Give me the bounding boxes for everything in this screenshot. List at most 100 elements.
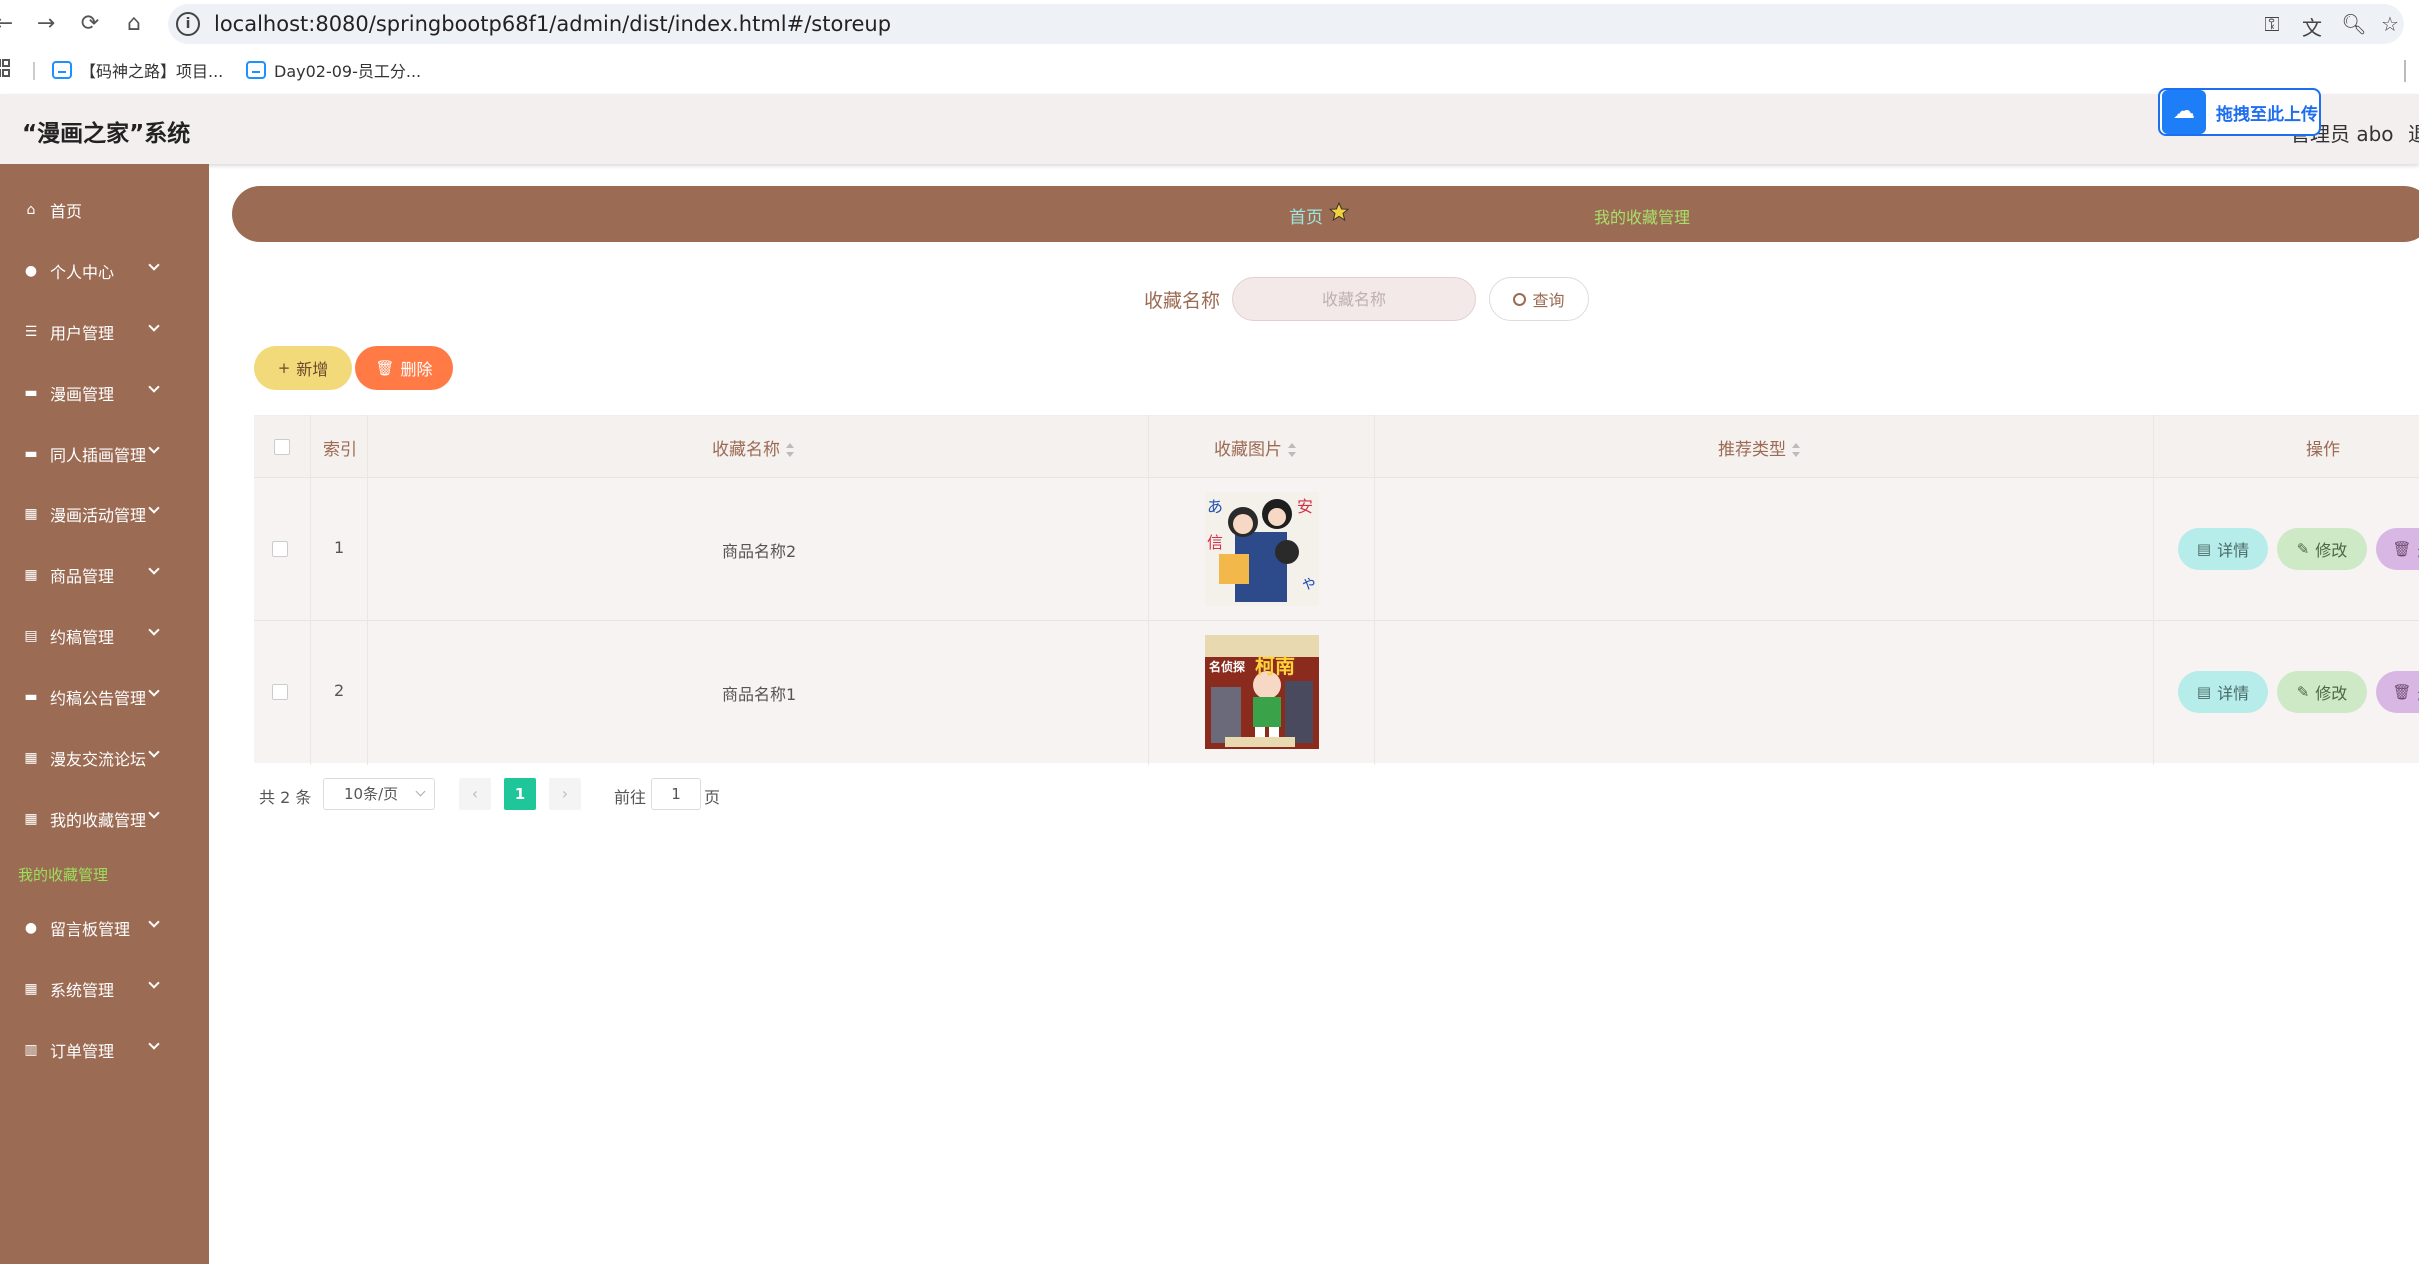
- sidebar-item-commission-notices[interactable]: ▬ 约稿公告管理: [0, 677, 209, 717]
- delete-button[interactable]: 🗑︎ 删除: [2376, 671, 2419, 713]
- bookmark-divider: [33, 62, 35, 80]
- select-all-checkbox[interactable]: [274, 439, 290, 455]
- column-divider: [1374, 415, 1375, 765]
- prev-page-button[interactable]: ‹: [459, 778, 491, 810]
- url-text[interactable]: localhost:8080/springbootp68f1/admin/dis…: [214, 12, 891, 36]
- upload-widget-label: 拖拽至此上传: [2216, 104, 2318, 125]
- chevron-down-icon: [148, 1038, 160, 1050]
- next-page-button[interactable]: ›: [549, 778, 581, 810]
- sidebar-item-events[interactable]: ▦ 漫画活动管理: [0, 494, 209, 534]
- translate-icon[interactable]: 文: [2298, 12, 2326, 41]
- sidebar-item-system[interactable]: ▦ 系统管理: [0, 969, 209, 1009]
- detail-button[interactable]: ▤ 详情: [2178, 671, 2268, 713]
- pagination-total: 共 2 条: [259, 788, 312, 807]
- row-index: 1: [334, 538, 345, 557]
- list-icon: ☰: [24, 324, 38, 340]
- detail-button[interactable]: ▤ 详情: [2178, 528, 2268, 570]
- reload-icon[interactable]: ⟳: [76, 10, 104, 38]
- bookmark-star-icon[interactable]: ☆: [2376, 12, 2404, 36]
- search-input[interactable]: [1232, 277, 1476, 321]
- column-divider: [2153, 415, 2154, 765]
- sidebar-item-message-board[interactable]: ● 留言板管理: [0, 908, 209, 948]
- breadcrumb-home[interactable]: 首页: [1289, 203, 1323, 228]
- sidebar-item-favorites[interactable]: ▦ 我的收藏管理: [0, 799, 209, 839]
- svg-text:信: 信: [1207, 533, 1223, 552]
- address-bar[interactable]: i localhost:8080/springbootp68f1/admin/d…: [168, 4, 2404, 44]
- bookmark-divider: [2404, 60, 2406, 82]
- zoom-icon[interactable]: 🔍︎: [2340, 12, 2368, 36]
- bilibili-icon: [246, 61, 266, 79]
- chevron-down-icon: [415, 786, 426, 797]
- sidebar-item-personal[interactable]: ● 个人中心: [0, 251, 209, 291]
- sidebar-item-orders[interactable]: ▥ 订单管理: [0, 1030, 209, 1070]
- goto-label: 前往: [614, 788, 647, 807]
- sidebar-item-label: 留言板管理: [50, 920, 131, 939]
- edit-icon: ✎: [2296, 540, 2310, 558]
- sidebar-item-commissions[interactable]: ▤ 约稿管理: [0, 616, 209, 656]
- sidebar-item-label: 用户管理: [50, 324, 115, 343]
- svg-text:柯南: 柯南: [1255, 654, 1295, 678]
- edit-button[interactable]: ✎ 修改: [2277, 671, 2367, 713]
- sidebar-item-forum[interactable]: ▦ 漫友交流论坛: [0, 738, 209, 778]
- column-divider: [310, 415, 311, 765]
- batch-delete-button[interactable]: 🗑︎ 删除: [355, 346, 453, 390]
- bookmark-1[interactable]: 【码神之路】项目...: [52, 58, 223, 82]
- edit-button[interactable]: ✎ 修改: [2277, 528, 2367, 570]
- chevron-down-icon: [148, 916, 160, 928]
- row-checkbox[interactable]: [272, 541, 288, 557]
- password-key-icon[interactable]: ⚿: [2258, 12, 2286, 36]
- sort-icon[interactable]: [1288, 443, 1296, 457]
- chevron-down-icon: [148, 259, 160, 271]
- column-header-type[interactable]: 推荐类型: [1718, 435, 1800, 460]
- forward-icon[interactable]: →: [32, 10, 60, 38]
- chevron-down-icon: [148, 502, 160, 514]
- column-header-actions: 操作: [2306, 440, 2340, 460]
- sidebar-subitem-my-favorites[interactable]: 我的收藏管理: [18, 864, 108, 885]
- chevron-down-icon: [148, 442, 160, 454]
- breadcrumb-current: 我的收藏管理: [1594, 208, 1691, 227]
- trash-icon: 🗑︎: [375, 359, 395, 377]
- bookmarks-bar: 【码神之路】项目... Day02-09-员工分...: [0, 48, 2419, 94]
- column-header-image[interactable]: 收藏图片: [1214, 435, 1296, 460]
- page-number-current[interactable]: 1: [504, 778, 536, 810]
- delete-button[interactable]: 🗑︎ 删除: [2376, 528, 2419, 570]
- logout-link[interactable]: 退: [2408, 118, 2419, 147]
- row-checkbox[interactable]: [272, 684, 288, 700]
- page-size-select[interactable]: 10条/页: [323, 778, 435, 810]
- sidebar-item-label: 漫画管理: [50, 385, 115, 404]
- user-icon: ●: [24, 920, 38, 936]
- table-row: 2 商品名称1 名侦探 柯南 ▤ 详情 ✎ 修改 🗑︎ 删除: [254, 620, 2419, 763]
- add-button[interactable]: + 新增: [254, 346, 352, 390]
- search-button[interactable]: 查询: [1489, 277, 1589, 321]
- chevron-down-icon: [148, 977, 160, 989]
- sidebar-item-fan-art[interactable]: ▬ 同人插画管理: [0, 434, 209, 474]
- site-info-icon[interactable]: i: [176, 12, 200, 36]
- trash-icon: 🗑︎: [2392, 540, 2412, 558]
- column-header-name[interactable]: 收藏名称: [712, 435, 794, 460]
- sort-icon[interactable]: [1792, 443, 1800, 457]
- edit-button-label: 修改: [2315, 684, 2348, 703]
- apps-grid-icon[interactable]: [0, 58, 14, 78]
- bookmark-1-label: 【码神之路】项目...: [80, 62, 224, 81]
- sort-icon[interactable]: [786, 443, 794, 457]
- bookmark-2[interactable]: Day02-09-员工分...: [246, 58, 421, 82]
- sidebar-item-home[interactable]: ⌂ 首页: [0, 190, 209, 230]
- home-icon[interactable]: ⌂: [120, 10, 148, 38]
- monitor-icon: ▬: [24, 689, 38, 705]
- sidebar-item-users[interactable]: ☰ 用户管理: [0, 312, 209, 352]
- sidebar-item-label: 同人插画管理: [50, 446, 147, 465]
- sidebar-item-comics[interactable]: ▬ 漫画管理: [0, 373, 209, 413]
- column-divider: [367, 415, 368, 765]
- row-name: 商品名称1: [722, 685, 797, 704]
- sidebar-item-label: 个人中心: [50, 263, 115, 282]
- svg-text:あ: あ: [1207, 497, 1223, 516]
- baidu-upload-widget[interactable]: ☁ 拖拽至此上传: [2158, 88, 2321, 136]
- browser-toolbar: ← → ⟳ ⌂ i localhost:8080/springbootp68f1…: [0, 0, 2419, 48]
- user-icon: ●: [24, 263, 38, 279]
- sidebar-item-label: 商品管理: [50, 567, 115, 586]
- add-button-label: 新增: [296, 360, 329, 379]
- bilibili-icon: [52, 61, 72, 79]
- sidebar-item-products[interactable]: ▦ 商品管理: [0, 555, 209, 595]
- back-icon[interactable]: ←: [0, 10, 18, 38]
- goto-page-input[interactable]: [651, 778, 701, 810]
